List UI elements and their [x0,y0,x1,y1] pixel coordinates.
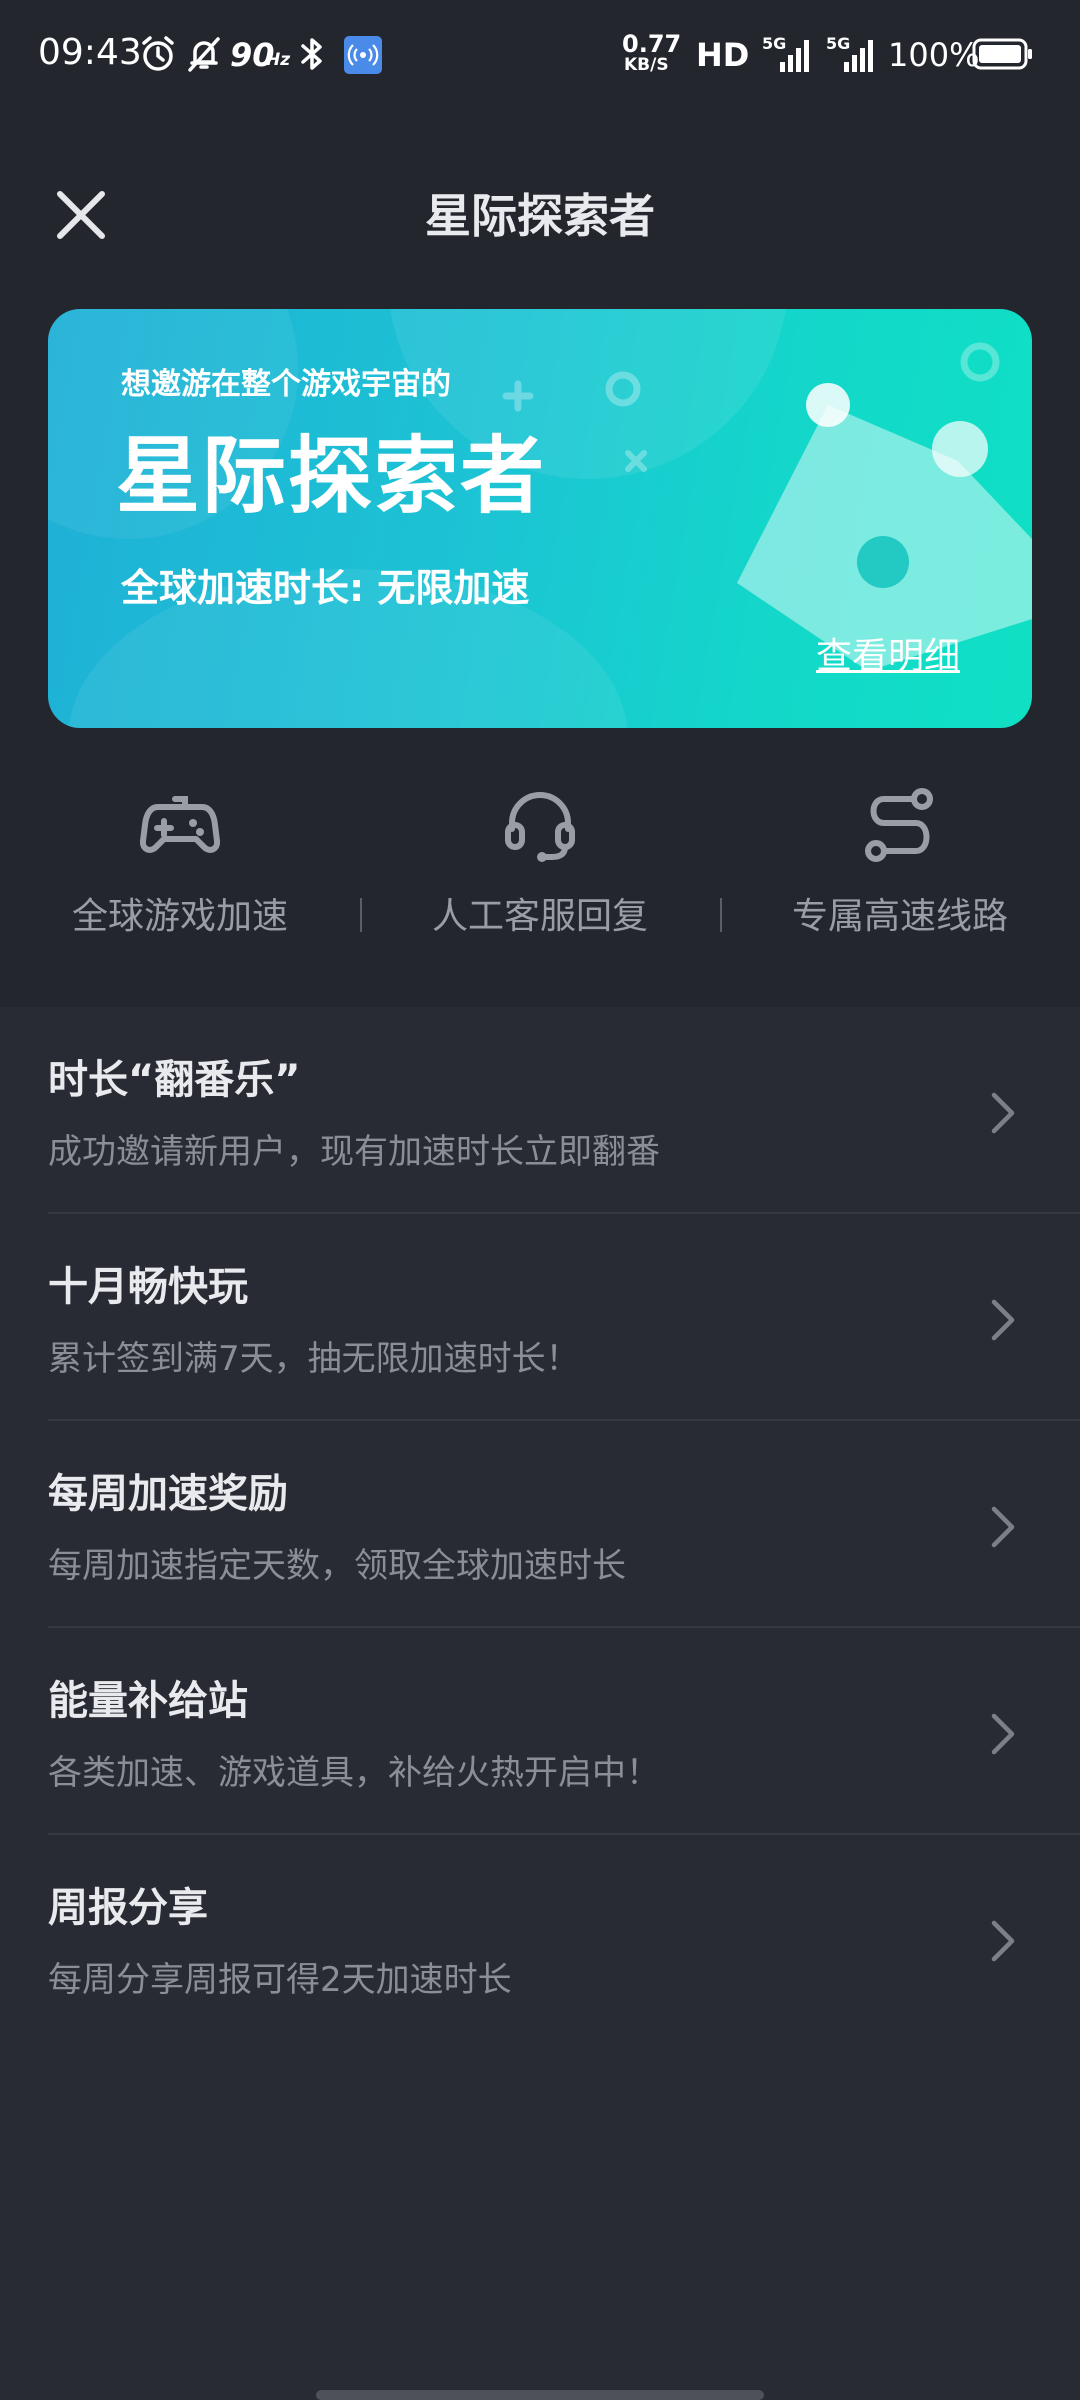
signal-icon-2 [844,40,873,72]
route-icon [865,788,933,862]
hotspot-icon [344,36,382,74]
alarm-icon [142,36,174,71]
item-title: 每周加速奖励 [48,1471,288,1517]
signal-icon-1 [780,40,809,72]
banner-duration: 全球加速时长: 无限加速 [121,566,530,610]
feature-label: 专属高速线路 [791,896,1008,937]
list-item-october-play[interactable]: 十月畅快玩 累计签到满7天，抽无限加速时长！ [0,1214,1080,1421]
item-title: 十月畅快玩 [48,1264,248,1310]
hd-label: HD [696,36,750,74]
chevron-right-icon [991,1092,1015,1134]
chevron-right-icon [991,1506,1015,1548]
status-bar: 09:43 90 Hz 0.77 KB/S HD 5G 5G 100% [0,0,1080,110]
chevron-right-icon [991,1920,1015,1962]
item-title: 时长“翻番乐” [48,1057,301,1103]
headset-icon [505,792,575,862]
banner-title: 星际探索者 [116,427,547,525]
feature-divider [360,898,362,932]
feature-divider [720,898,722,932]
battery-icon [972,38,1032,70]
status-time: 09:43 [38,32,142,73]
item-title: 周报分享 [48,1885,208,1931]
net-speed-value: 0.77 [622,30,682,58]
item-description: 每周分享周报可得2天加速时长 [48,1960,512,2000]
feature-global-game-acceleration: 全球游戏加速 [30,785,330,939]
chevron-right-icon [991,1713,1015,1755]
mute-bell-icon [188,37,220,72]
feature-human-support: 人工客服回复 [390,785,690,939]
item-description: 每周加速指定天数，领取全球加速时长 [48,1546,626,1586]
feature-dedicated-route: 专属高速线路 [750,785,1050,939]
list-item-weekly-reward[interactable]: 每周加速奖励 每周加速指定天数，领取全球加速时长 [0,1421,1080,1628]
home-indicator[interactable] [316,2390,764,2400]
net-speed-unit: KB/S [624,55,669,75]
list-item-energy-station[interactable]: 能量补给站 各类加速、游戏道具，补给火热开启中！ [0,1628,1080,1835]
battery-percent: 100% [888,36,980,74]
item-title: 能量补给站 [48,1678,248,1724]
page: 09:43 90 Hz 0.77 KB/S HD 5G 5G 100% 星际探索… [0,0,1080,2400]
page-title: 星际探索者 [425,189,655,243]
item-description: 成功邀请新用户，现有加速时长立即翻番 [48,1132,660,1172]
view-details-link[interactable]: 查看明细 [816,627,960,679]
chevron-right-icon [991,1299,1015,1341]
item-description: 累计签到满7天，抽无限加速时长！ [48,1339,580,1379]
refresh-unit: Hz [266,50,291,70]
activity-list: 时长“翻番乐” 成功邀请新用户，现有加速时长立即翻番 十月畅快玩 累计签到满7天… [0,1007,1080,2042]
banner-subtitle: 想邀游在整个游戏宇宙的 [121,367,451,402]
item-description: 各类加速、游戏道具，补给火热开启中！ [48,1753,660,1793]
membership-banner: 想邀游在整个游戏宇宙的 星际探索者 全球加速时长: 无限加速 查看明细 [48,309,1032,728]
list-item-weekly-share[interactable]: 周报分享 每周分享周报可得2天加速时长 [0,1835,1080,2042]
feature-label: 全球游戏加速 [71,896,288,937]
gamepad-icon [140,796,220,853]
list-item-double-duration[interactable]: 时长“翻番乐” 成功邀请新用户，现有加速时长立即翻番 [0,1007,1080,1214]
feature-label: 人工客服回复 [431,896,648,937]
bluetooth-icon [301,38,322,70]
